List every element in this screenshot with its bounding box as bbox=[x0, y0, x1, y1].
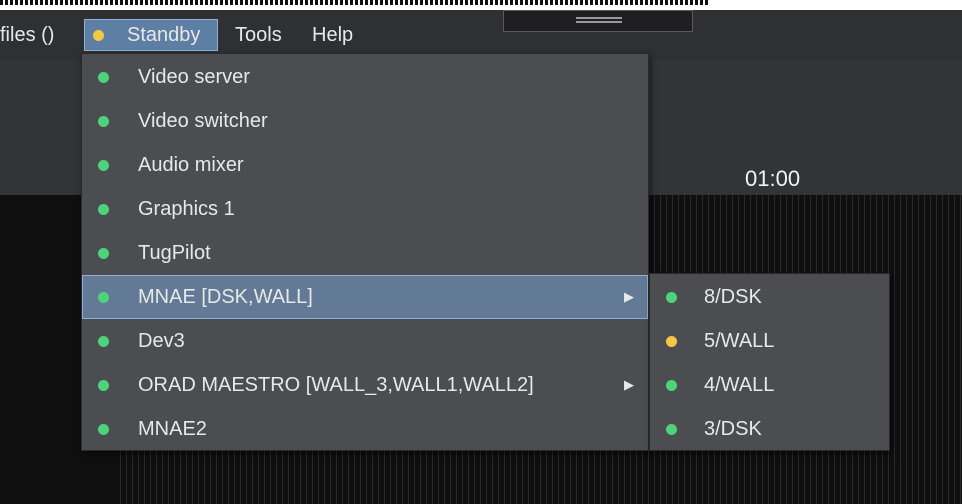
submenu-item-8-dsk[interactable]: 8/DSK bbox=[650, 275, 889, 319]
submenu-item-4-wall[interactable]: 4/WALL bbox=[650, 363, 889, 407]
menu-profiles[interactable]: files () bbox=[0, 19, 54, 51]
menu-item-audio-mixer[interactable]: Audio mixer bbox=[82, 143, 648, 187]
status-dot-icon bbox=[666, 292, 677, 303]
status-dot-icon bbox=[98, 72, 109, 83]
app-window: files () Standby Tools Help 01:00 Video … bbox=[0, 0, 962, 504]
menu-help[interactable]: Help bbox=[312, 19, 353, 51]
status-dot-icon bbox=[666, 380, 677, 391]
menu-item-label: Video switcher bbox=[138, 110, 268, 132]
submenu-item-5-wall[interactable]: 5/WALL bbox=[650, 319, 889, 363]
standby-dropdown-menu: Video server Video switcher Audio mixer … bbox=[81, 53, 649, 451]
status-dot-icon bbox=[98, 380, 109, 391]
menu-item-label: Graphics 1 bbox=[138, 198, 235, 220]
status-dot-icon bbox=[98, 424, 109, 435]
mnae-submenu: 8/DSK 5/WALL 4/WALL 3/DSK bbox=[649, 273, 890, 451]
window-grip-handle[interactable] bbox=[503, 10, 693, 32]
menu-item-label: TugPilot bbox=[138, 242, 211, 264]
submenu-arrow-icon: ▶ bbox=[624, 377, 634, 392]
status-dot-icon bbox=[98, 204, 109, 215]
status-dot-icon bbox=[666, 336, 677, 347]
menu-item-tugpilot[interactable]: TugPilot bbox=[82, 231, 648, 275]
menu-item-mnae[interactable]: MNAE [DSK,WALL] ▶ bbox=[82, 275, 648, 319]
menu-standby[interactable]: Standby bbox=[84, 19, 218, 51]
submenu-item-label: 3/DSK bbox=[704, 418, 762, 440]
menu-item-label: MNAE2 bbox=[138, 418, 207, 440]
menu-item-label: Audio mixer bbox=[138, 154, 244, 176]
top-hatch-pattern bbox=[0, 0, 708, 5]
standby-status-icon bbox=[93, 30, 104, 41]
menu-item-video-server[interactable]: Video server bbox=[82, 55, 648, 99]
submenu-item-3-dsk[interactable]: 3/DSK bbox=[650, 407, 889, 451]
clock-time: 01:00 bbox=[745, 166, 801, 191]
submenu-item-label: 5/WALL bbox=[704, 330, 775, 352]
menu-item-label: ORAD MAESTRO [WALL_3,WALL1,WALL2] bbox=[138, 374, 534, 396]
menu-item-mnae2[interactable]: MNAE2 bbox=[82, 407, 648, 451]
status-dot-icon bbox=[98, 116, 109, 127]
status-dot-icon bbox=[98, 292, 109, 303]
menu-item-label: Dev3 bbox=[138, 330, 185, 352]
grip-line-icon bbox=[576, 21, 622, 23]
submenu-item-label: 8/DSK bbox=[704, 286, 762, 308]
menu-item-graphics-1[interactable]: Graphics 1 bbox=[82, 187, 648, 231]
menu-standby-label: Standby bbox=[127, 24, 201, 46]
submenu-arrow-icon: ▶ bbox=[624, 289, 634, 304]
top-strip bbox=[0, 0, 962, 10]
menu-item-video-switcher[interactable]: Video switcher bbox=[82, 99, 648, 143]
status-dot-icon bbox=[666, 424, 677, 435]
menu-tools[interactable]: Tools bbox=[235, 19, 282, 51]
menu-item-dev3[interactable]: Dev3 bbox=[82, 319, 648, 363]
menu-item-label: MNAE [DSK,WALL] bbox=[138, 286, 313, 308]
status-dot-icon bbox=[98, 336, 109, 347]
grip-line-icon bbox=[576, 17, 622, 19]
status-dot-icon bbox=[98, 160, 109, 171]
menu-item-orad-maestro[interactable]: ORAD MAESTRO [WALL_3,WALL1,WALL2] ▶ bbox=[82, 363, 648, 407]
submenu-item-label: 4/WALL bbox=[704, 374, 775, 396]
menu-item-label: Video server bbox=[138, 66, 250, 88]
status-dot-icon bbox=[98, 248, 109, 259]
